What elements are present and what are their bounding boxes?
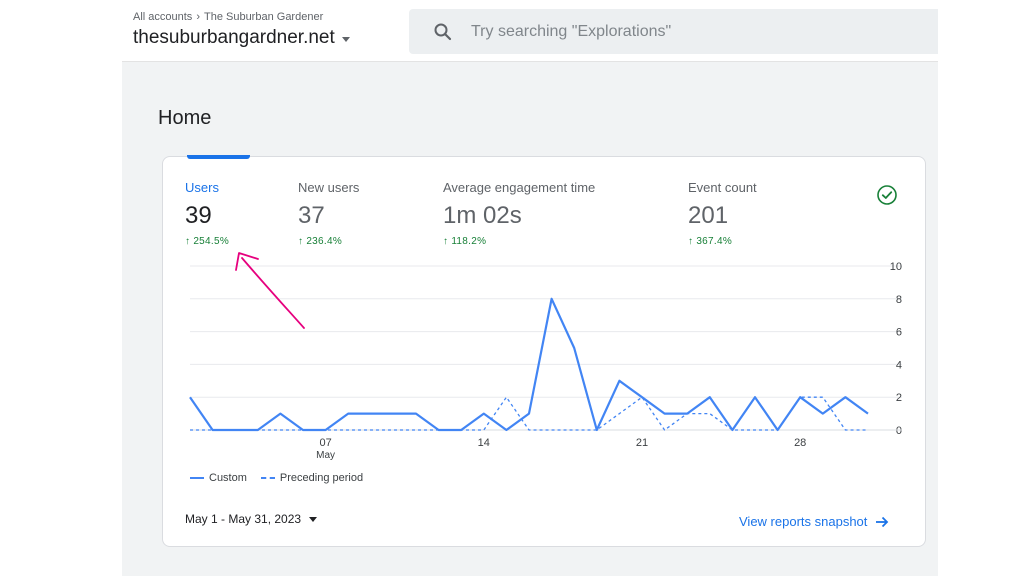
- metric-tab-users[interactable]: Users 39 ↑ 254.5%: [185, 180, 229, 247]
- property-name: thesuburbangardner.net: [133, 27, 335, 48]
- metric-change: ↑ 254.5%: [185, 236, 229, 247]
- metric-change-value: 118.2%: [451, 236, 487, 247]
- metric-change-value: 236.4%: [306, 236, 343, 247]
- search-input[interactable]: Try searching "Explorations": [471, 23, 671, 41]
- search-bar[interactable]: Try searching "Explorations": [409, 9, 938, 54]
- x-tick-label: 28: [794, 437, 806, 449]
- legend-item-custom[interactable]: Custom: [190, 472, 247, 484]
- metric-value: 201: [688, 202, 729, 229]
- metric-tab-new-users[interactable]: New users 37 ↑ 236.4%: [298, 180, 359, 247]
- search-icon: [434, 23, 452, 40]
- legend-item-preceding[interactable]: Preceding period: [260, 472, 364, 484]
- metric-change-value: 254.5%: [193, 236, 230, 247]
- date-range-selector[interactable]: May 1 - May 31, 2023: [185, 512, 318, 526]
- metric-change: ↑ 118.2%: [443, 236, 595, 247]
- y-tick-label: 0: [896, 425, 902, 437]
- metric-tab-engagement-time[interactable]: Average engagement time 1m 02s ↑ 118.2%: [443, 180, 595, 247]
- arrow-right-icon: [876, 516, 889, 527]
- chart-legend: Custom Preceding period: [190, 472, 363, 484]
- metric-label: New users: [298, 180, 360, 195]
- page-title: Home: [158, 107, 212, 129]
- view-reports-snapshot-link[interactable]: View reports snapshot: [739, 514, 889, 529]
- breadcrumb: All accounts › The Suburban Gardener: [133, 11, 323, 23]
- x-tick-label: 14: [478, 437, 490, 449]
- check-circle-icon[interactable]: [876, 184, 898, 206]
- metric-value: 37: [298, 202, 325, 229]
- legend-swatch-dashed: [260, 477, 275, 479]
- metric-label: Event count: [688, 180, 757, 195]
- y-tick-label: 2: [896, 392, 902, 404]
- x-tick-sublabel: May: [316, 450, 335, 461]
- legend-label: Preceding period: [279, 472, 364, 484]
- date-range-label: May 1 - May 31, 2023: [185, 512, 302, 526]
- metric-value: 39: [185, 202, 212, 229]
- snapshot-link-label: View reports snapshot: [739, 514, 868, 529]
- x-tick-label: 21: [636, 437, 648, 449]
- breadcrumb-account[interactable]: The Suburban Gardener: [204, 11, 323, 23]
- caret-down-icon: [309, 516, 318, 522]
- chevron-right-icon: ›: [196, 11, 200, 23]
- metric-label: Users: [185, 180, 219, 195]
- annotation-arrow-icon: [235, 252, 305, 329]
- metric-label: Average engagement time: [443, 180, 596, 195]
- metric-change: ↑ 367.4%: [688, 236, 757, 247]
- metric-change: ↑ 236.4%: [298, 236, 359, 247]
- x-tick-label: 07: [319, 437, 331, 449]
- metric-tab-event-count[interactable]: Event count 201 ↑ 367.4%: [688, 180, 757, 247]
- arrow-up-icon: ↑: [185, 236, 191, 247]
- arrow-up-icon: ↑: [298, 236, 304, 247]
- y-tick-label: 4: [896, 359, 902, 371]
- breadcrumb-root[interactable]: All accounts: [133, 11, 192, 23]
- arrow-up-icon: ↑: [443, 236, 449, 247]
- property-selector[interactable]: thesuburbangardner.net: [133, 27, 350, 49]
- y-tick-label: 10: [890, 261, 902, 273]
- legend-swatch-solid: [190, 477, 204, 479]
- metric-value: 1m 02s: [443, 202, 522, 229]
- caret-down-icon: [341, 36, 350, 42]
- legend-label: Custom: [209, 472, 247, 484]
- y-tick-label: 6: [896, 327, 902, 339]
- active-tab-indicator: [187, 155, 250, 159]
- metric-change-value: 367.4%: [696, 236, 733, 247]
- arrow-up-icon: ↑: [688, 236, 694, 247]
- y-tick-label: 8: [896, 294, 902, 306]
